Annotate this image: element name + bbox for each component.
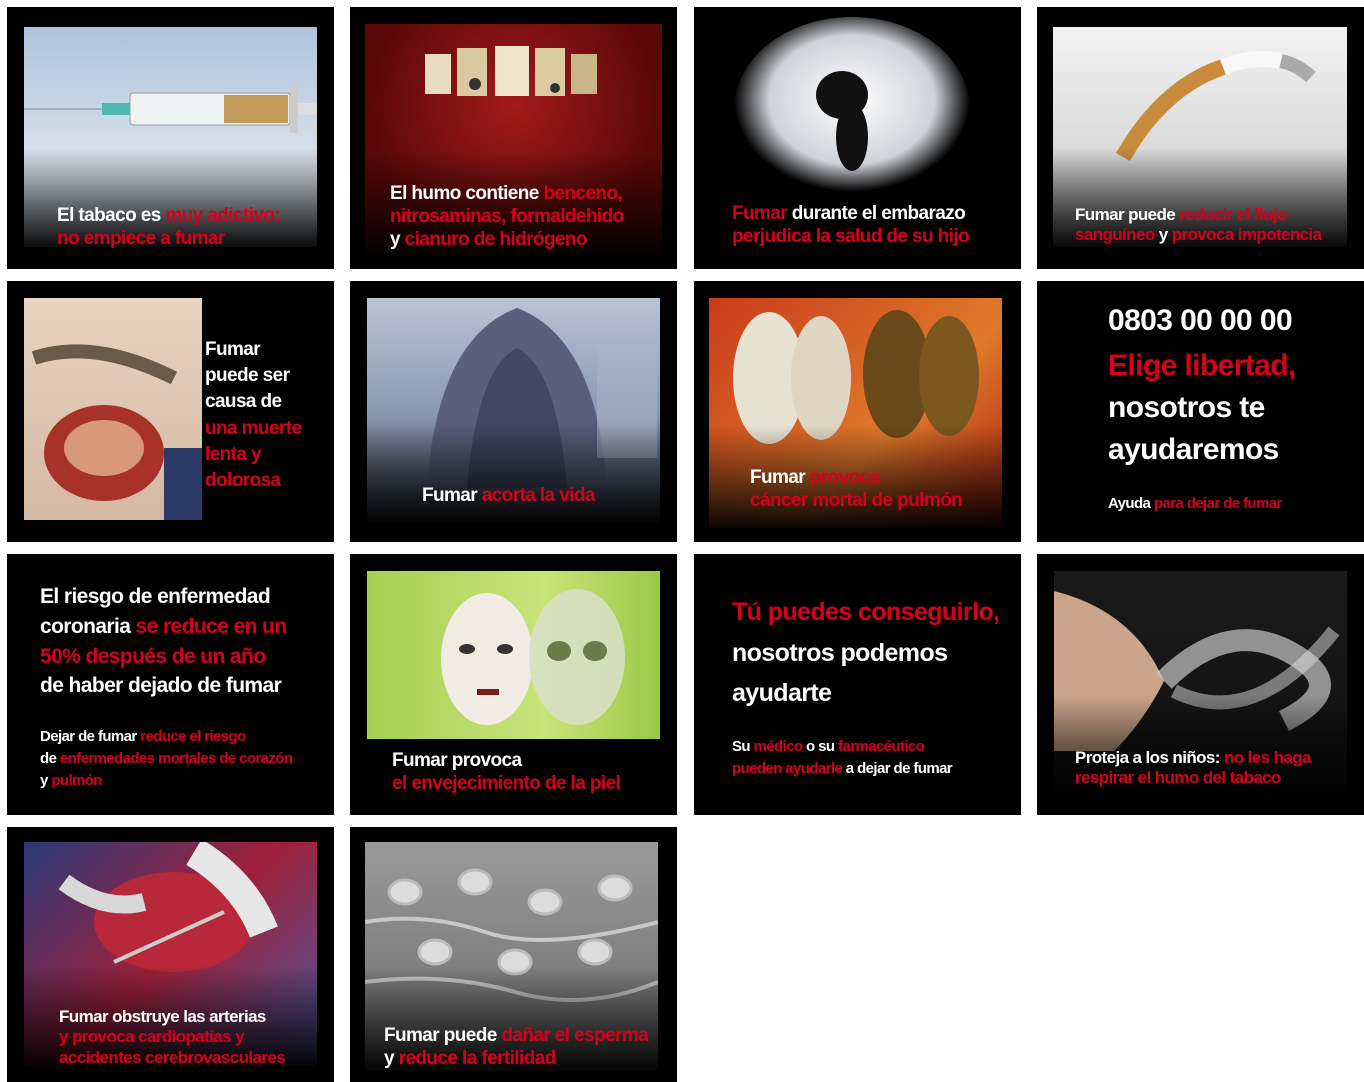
warning-text: Fumar provoca cáncer mortal de pulmón: [750, 467, 963, 511]
aging-skin-photo: [367, 571, 660, 739]
warning-text: Fumar acorta la vida: [422, 485, 595, 506]
warning-card-8: 0803 00 00 00 Elige libertad, nosotros te…: [1037, 281, 1364, 542]
warning-card-1: El tabaco es muy adictivo: no empiece a f…: [7, 7, 334, 269]
warning-card-2: El humo contiene benceno, nitrosaminas, f…: [350, 7, 677, 269]
warning-card-7: Fumar provoca cáncer mortal de pulmón: [694, 281, 1021, 542]
warning-card-3: Fumar durante el embarazo perjudica la sa…: [694, 7, 1021, 269]
footer-text: Ayuda para dejar de fumar: [1108, 495, 1282, 512]
footer-text: Dejar de fumar reduce el riesgo de enferm…: [40, 728, 293, 789]
warning-card-5: Fumar puede ser causa de una muerte lenta yd…: [7, 281, 334, 542]
footer-text: Su médico o su farmacéutico pueden ayudar…: [732, 738, 953, 777]
warning-text: Fumar puede dañar el esperma y reduce la …: [384, 1025, 649, 1069]
warning-card-11: Tú puedes conseguirlo, nosotros podemos ay…: [694, 554, 1021, 815]
warning-text: Fumar puede reducir el flujo sanguíneo y …: [1075, 205, 1322, 245]
warning-card-4: Fumar puede reducir el flujo sanguíneo y …: [1037, 7, 1364, 269]
warning-card-6: Fumar acorta la vida: [350, 281, 677, 542]
warning-text: Fumar durante el embarazo perjudica la sa…: [732, 203, 970, 247]
helpline-number: 0803 00 00 00: [1108, 304, 1293, 337]
warning-text: Proteja a los niños: no les haga respirar…: [1075, 748, 1311, 788]
warning-text: Tú puedes conseguirlo, nosotros podemos ay…: [732, 598, 1000, 707]
warning-text: El humo contiene benceno, nitrosaminas, f…: [390, 183, 624, 250]
warning-card-9: El riesgo de enfermedad coronaria se redu…: [7, 554, 334, 815]
warning-text: Fumar provoca el envejecimiento de la pie…: [392, 750, 621, 794]
warning-text: El tabaco es muy adictivo: no empiece a f…: [57, 205, 281, 249]
slogan-text: Elige libertad, nosotros te ayudaremos: [1108, 349, 1296, 466]
warning-text: Fumar obstruye las arterias y provoca car…: [59, 1007, 286, 1067]
warning-text: Fumar puede ser causa de una muerte lenta yd…: [205, 339, 302, 492]
warning-card-10: Fumar provoca el envejecimiento de la pie…: [350, 554, 677, 815]
jaw-cancer-photo: [24, 298, 202, 520]
warning-card-12: Proteja a los niños: no les haga respirar…: [1037, 554, 1364, 815]
warning-text: El riesgo de enfermedad coronaria se redu…: [40, 585, 287, 698]
fetus-photo: [724, 17, 994, 207]
warning-card-13: Fumar obstruye las arterias y provoca car…: [7, 827, 334, 1082]
warning-card-14: Fumar puede dañar el esperma y reduce la …: [350, 827, 677, 1082]
